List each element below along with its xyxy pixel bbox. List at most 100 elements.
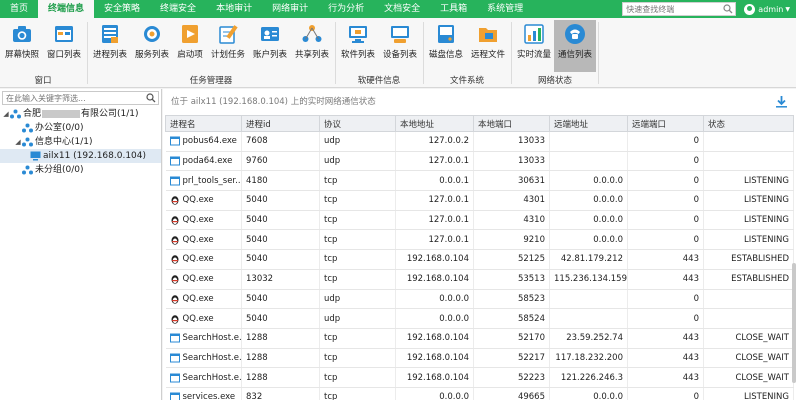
column-header-state[interactable]: 状态 xyxy=(703,115,794,132)
table-row[interactable]: QQ.exe 5040 tcp 127.0.0.1 4310 0.0.0.0 0 LISTEN… xyxy=(165,210,794,231)
cell-local-port: 9210 xyxy=(473,229,550,251)
column-header-local-address[interactable]: 本地地址 xyxy=(395,115,474,132)
table-row[interactable]: QQ.exe 13032 tcp 192.168.0.104 53513 115.236.… xyxy=(165,269,794,290)
share-list-button[interactable]: 共享列表 xyxy=(292,20,332,72)
device-list-button[interactable]: 设备列表 xyxy=(380,20,420,72)
nav-tab-home[interactable]: 首页 xyxy=(0,0,38,18)
cell-process-name: QQ.exe xyxy=(165,190,242,211)
cell-local-address: 127.0.0.1 xyxy=(395,190,474,211)
nav-tab-system-management[interactable]: 系统管理 xyxy=(477,0,533,18)
cell-local-port: 52223 xyxy=(473,367,550,388)
remote-file-button[interactable]: 远程文件 xyxy=(468,20,508,72)
table-row[interactable]: pobus64.exe 7608 udp 127.0.0.2 13033 0 xyxy=(165,131,794,152)
cell-process-name: services.exe xyxy=(165,387,242,400)
table-row[interactable]: QQ.exe 5040 tcp 127.0.0.1 4301 0.0.0.0 0 LISTEN… xyxy=(165,190,794,211)
cell-protocol: udp xyxy=(319,289,396,310)
nav-tab-local-audit[interactable]: 本地审计 xyxy=(206,0,262,18)
process-name-text: QQ.exe xyxy=(182,195,214,206)
tree-node-root[interactable]: ◢ 合肥 有限公司(1/1) xyxy=(0,107,161,121)
nav-tab-network-audit[interactable]: 网络审计 xyxy=(262,0,318,18)
column-header-protocol[interactable]: 协议 xyxy=(319,115,396,132)
search-icon[interactable] xyxy=(723,4,733,14)
service-list-button[interactable]: 服务列表 xyxy=(132,20,172,72)
process-name-text: SearchHost.e... xyxy=(182,333,242,344)
process-name-text: QQ.exe xyxy=(182,254,214,265)
account-list-button[interactable]: 账户列表 xyxy=(250,20,290,72)
cell-local-port: 30631 xyxy=(473,170,550,192)
table-row[interactable]: QQ.exe 5040 udp 0.0.0.0 58523 0 xyxy=(165,289,794,310)
tree-filter-input[interactable] xyxy=(3,92,143,104)
cell-remote-address xyxy=(549,131,628,152)
cell-local-address: 0.0.0.0 xyxy=(395,387,474,400)
column-header-local-port[interactable]: 本地端口 xyxy=(473,115,550,132)
cell-process-name: QQ.exe xyxy=(165,269,242,290)
tree-node-ungrouped[interactable]: 未分组(0/0) xyxy=(0,163,161,177)
tree-node-office[interactable]: 办公室(0/0) xyxy=(0,121,161,135)
cell-process-name: prl_tools_ser... xyxy=(165,170,242,192)
table-row[interactable]: prl_tools_ser... 4180 tcp 0.0.0.1 30631 0.0.0… xyxy=(165,170,794,192)
nav-tab-security-policy[interactable]: 安全策略 xyxy=(94,0,150,18)
communication-list-button[interactable]: 通信列表 xyxy=(554,20,596,72)
table-row[interactable]: QQ.exe 5040 tcp 192.168.0.104 52125 42.81.179… xyxy=(165,249,794,270)
cell-process-name: SearchHost.e... xyxy=(165,348,242,369)
nav-tab-terminal-info[interactable]: 终端信息 xyxy=(38,0,95,18)
collapse-toggle-icon[interactable]: ◢ xyxy=(2,107,10,121)
cell-local-port: 53513 xyxy=(473,269,550,290)
qq-penguin-icon xyxy=(171,275,178,284)
column-header-remote-port[interactable]: 远端端口 xyxy=(627,115,704,132)
search-icon[interactable] xyxy=(146,93,156,103)
tree-node-info-center[interactable]: ◢ 信息中心(1/1) xyxy=(0,135,161,149)
cell-remote-address: 0.0.0.0 xyxy=(549,170,628,192)
table-row[interactable]: QQ.exe 5040 tcp 127.0.0.1 9210 0.0.0.0 0 LISTEN… xyxy=(165,229,794,251)
table-row[interactable]: SearchHost.e... 1288 tcp 192.168.0.104 52223… xyxy=(165,367,794,388)
vertical-scrollbar[interactable] xyxy=(792,263,796,383)
cell-remote-port: 0 xyxy=(627,131,704,152)
cell-local-address: 127.0.0.1 xyxy=(395,151,474,172)
table-row[interactable]: SearchHost.e... 1288 tcp 192.168.0.104 52217… xyxy=(165,348,794,369)
cell-local-address: 192.168.0.104 xyxy=(395,348,474,369)
process-name-text: QQ.exe xyxy=(182,313,214,324)
cell-state: CLOSE_WAIT xyxy=(703,328,794,349)
window-list-button[interactable]: 窗口列表 xyxy=(44,20,84,72)
download-icon[interactable] xyxy=(775,95,788,108)
process-list-button[interactable]: 进程列表 xyxy=(90,20,130,72)
software-list-button[interactable]: 软件列表 xyxy=(338,20,378,72)
cell-remote-address xyxy=(549,151,628,172)
ribbon-divider xyxy=(423,22,424,84)
terminal-search-input[interactable] xyxy=(623,3,720,15)
startup-icon xyxy=(182,25,198,43)
table-row[interactable]: QQ.exe 5040 udp 0.0.0.0 58524 0 xyxy=(165,308,794,329)
table-row[interactable]: SearchHost.e... 1288 tcp 192.168.0.104 52170… xyxy=(165,328,794,349)
nav-tab-toolbox[interactable]: 工具箱 xyxy=(430,0,477,18)
nav-tab-behavior-analysis[interactable]: 行为分析 xyxy=(318,0,374,18)
process-name-text: QQ.exe xyxy=(182,234,214,245)
collapse-toggle-icon[interactable]: ◢ xyxy=(14,135,22,149)
startup-button[interactable]: 启动项 xyxy=(174,20,206,72)
table-row[interactable]: services.exe 832 tcp 0.0.0.0 49665 0.0.0.0 0 LI… xyxy=(165,387,794,400)
group-label-hardware-software: 软硬件信息 xyxy=(357,76,401,86)
executable-icon xyxy=(169,392,180,400)
realtime-traffic-button[interactable]: 实时流量 xyxy=(514,20,554,72)
column-header-process-name[interactable]: 进程名 xyxy=(165,115,242,132)
cell-local-port: 49665 xyxy=(473,387,550,400)
group-label-file-system: 文件系统 xyxy=(449,76,484,86)
nav-tab-terminal-security[interactable]: 终端安全 xyxy=(150,0,206,18)
cell-local-port: 52125 xyxy=(473,249,550,270)
nav-tab-document-security[interactable]: 文档安全 xyxy=(374,0,430,18)
avatar-icon xyxy=(744,3,756,15)
cell-remote-address: 42.81.179.212 xyxy=(549,249,628,270)
cell-state xyxy=(703,308,794,329)
scheduled-task-button[interactable]: 计划任务 xyxy=(208,20,248,72)
column-header-pid[interactable]: 进程id xyxy=(241,115,320,132)
remote-file-icon xyxy=(479,28,497,42)
ribbon-toolbar: 屏幕快照 窗口列表 进程列表 服务列表 启动项 计划任务 账户列表 共享列表 软… xyxy=(0,18,796,88)
tree-node-terminal[interactable]: ailx11 (192.168.0.104) xyxy=(0,149,161,163)
computer-icon xyxy=(30,151,41,161)
disk-info-button[interactable]: 磁盘信息 xyxy=(426,20,466,72)
screenshot-button[interactable]: 屏幕快照 xyxy=(2,20,42,72)
table-row[interactable]: poda64.exe 9760 udp 127.0.0.1 13033 0 xyxy=(165,151,794,172)
ribbon-divider xyxy=(511,22,512,84)
column-header-remote-address[interactable]: 远端地址 xyxy=(549,115,628,132)
tree-node-label: 办公室(0/0) xyxy=(35,123,84,133)
user-menu[interactable]: admin ▼ xyxy=(736,0,796,18)
